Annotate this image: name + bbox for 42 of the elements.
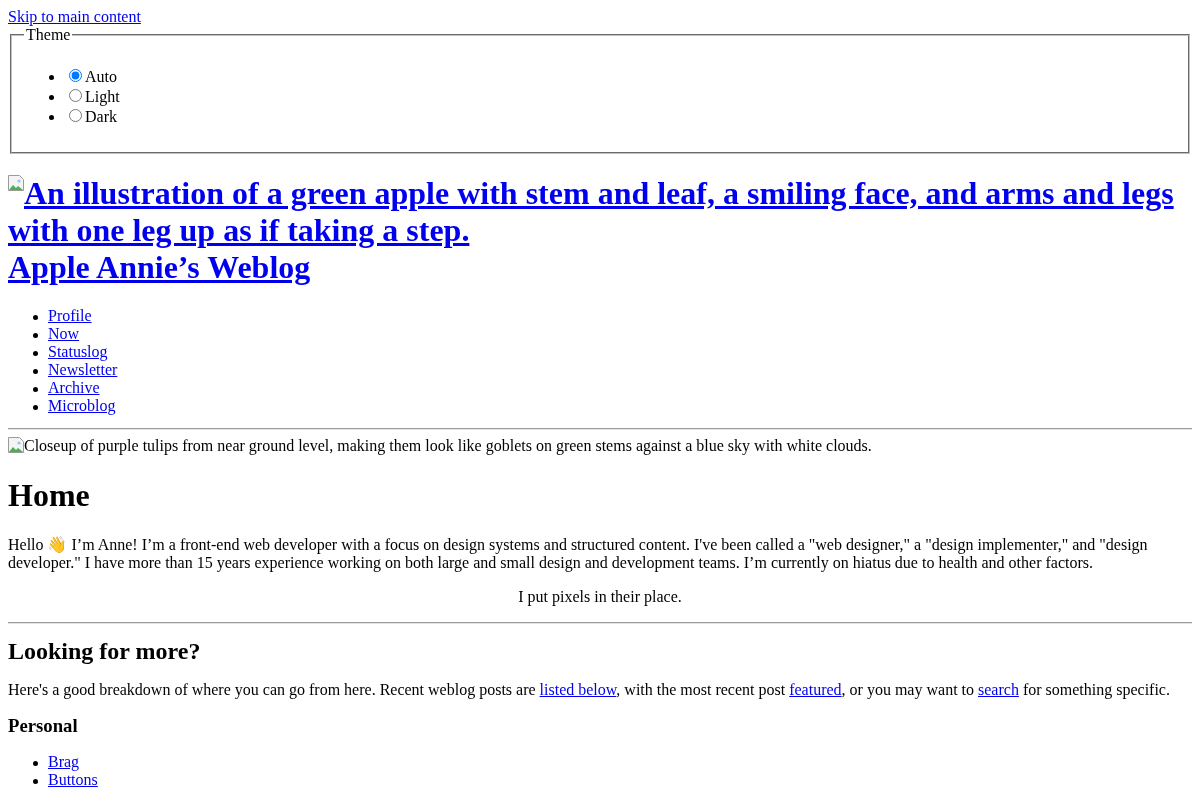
bullet-icon <box>49 115 54 121</box>
broken-image-icon <box>8 175 24 192</box>
inline-link[interactable]: listed below <box>539 681 617 699</box>
bullet-icon <box>49 95 54 101</box>
radio-label[interactable]: Auto <box>85 67 117 85</box>
nav-link[interactable]: Now <box>48 325 80 343</box>
bullet-icon <box>33 761 38 767</box>
waving-hand-icon: 👋 <box>47 535 68 555</box>
list-link[interactable]: Brag <box>48 753 80 771</box>
bullet-icon <box>33 387 38 393</box>
radio-button[interactable] <box>69 68 82 82</box>
bullet-icon <box>49 75 54 81</box>
subsection-heading: Personal <box>8 715 78 738</box>
skip-link[interactable]: Skip to main content <box>8 8 141 25</box>
inline-link[interactable]: search <box>978 681 1019 699</box>
bullet-icon <box>33 315 38 321</box>
radio-button[interactable] <box>69 108 82 122</box>
radio-button[interactable] <box>69 88 82 102</box>
fieldset-legend: Theme <box>24 26 73 44</box>
bullet-icon <box>33 779 38 785</box>
image-alt-text: Closeup of purple tulips from near ground level, making them look like goblets on green stems against a blue sky with white clouds. <box>24 437 872 455</box>
logo-link[interactable]: An illustration of a green apple with stem and leaf, a smiling face, and arms and legs with one leg up as if taking a step. <box>8 175 1192 250</box>
radio-label[interactable]: Dark <box>85 107 117 125</box>
nav-link[interactable]: Microblog <box>48 397 116 415</box>
bullet-icon <box>33 351 38 357</box>
intro-paragraph: Hello 👋 I’m Anne! I’m a front-end web developer with a focus on design systems and structured content. I've been called a "web designer," a "design implementer," and "design developer." I have more than 15 years experience working on both large and small design and development teams. I’m currently on hiatus due to health and other factors. <box>8 535 1149 573</box>
broken-image-icon <box>8 437 24 454</box>
page-heading: Home <box>8 476 90 514</box>
bullet-icon <box>33 333 38 339</box>
nav-link[interactable]: Newsletter <box>48 361 118 379</box>
nav-link[interactable]: Archive <box>48 379 100 397</box>
section-heading: Looking for more? <box>8 638 201 666</box>
bullet-icon <box>33 369 38 375</box>
tagline-text: I put pixels in their place. <box>518 588 682 607</box>
bullet-icon <box>33 405 38 411</box>
site-title-link[interactable]: Apple Annie’s Weblog <box>8 249 311 287</box>
nav-link[interactable]: Statuslog <box>48 343 108 361</box>
list-link[interactable]: Buttons <box>48 771 98 789</box>
nav-link[interactable]: Profile <box>48 307 92 325</box>
radio-label[interactable]: Light <box>85 87 120 105</box>
inline-link[interactable]: featured <box>789 681 842 699</box>
more-paragraph: Here's a good breakdown of where you can go from here. Recent weblog posts are listed below, with the most recent post featured, or you may want to search for something specific. <box>8 681 1170 700</box>
